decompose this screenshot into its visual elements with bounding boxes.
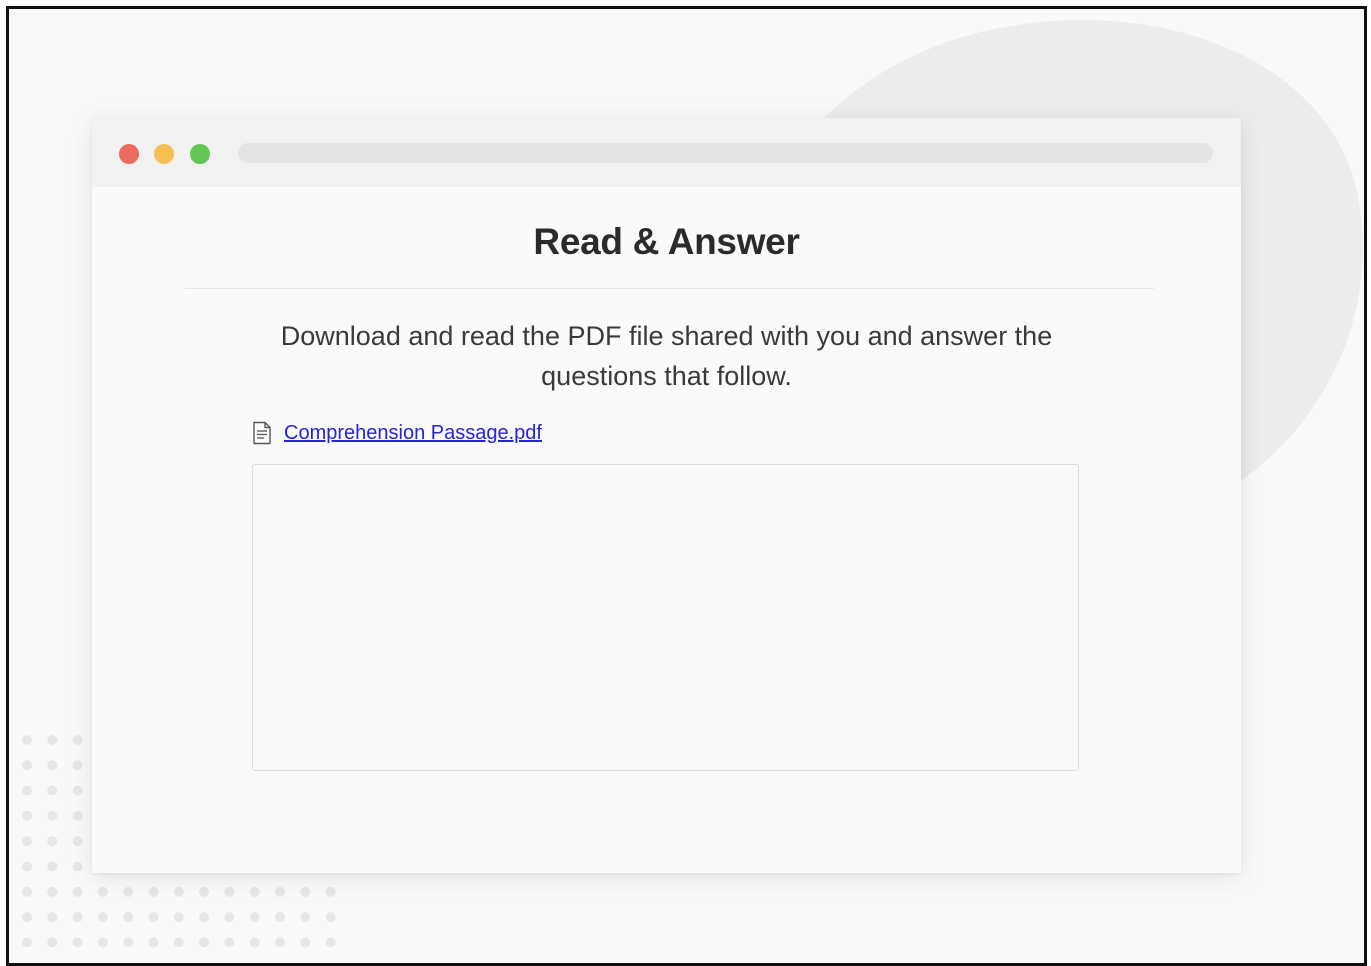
decor-dot <box>22 810 32 821</box>
decor-dot <box>199 937 210 948</box>
decor-dot <box>72 861 83 872</box>
decor-dot <box>300 937 311 948</box>
decor-dot <box>97 937 108 948</box>
pdf-download-link[interactable]: Comprehension Passage.pdf <box>284 422 542 445</box>
decor-dot <box>72 912 83 923</box>
decor-dot <box>22 937 32 948</box>
decor-dot <box>72 735 83 745</box>
decor-dot <box>199 912 210 923</box>
decor-dot <box>72 785 83 796</box>
window-titlebar <box>92 118 1241 187</box>
decor-dot <box>22 886 32 897</box>
decor-dot <box>199 886 210 897</box>
decor-dot <box>148 886 159 897</box>
decor-dot <box>123 886 134 897</box>
decor-dot <box>47 861 58 872</box>
decor-dot <box>300 886 311 897</box>
decor-dot <box>224 937 235 948</box>
decor-dot <box>97 912 108 923</box>
decor-dot <box>173 937 184 948</box>
decor-dot <box>22 861 32 872</box>
attachment-row: Comprehension Passage.pdf <box>252 420 542 446</box>
decor-dot <box>148 912 159 923</box>
answer-textarea[interactable] <box>252 464 1079 771</box>
page-title: Read & Answer <box>533 221 800 262</box>
decor-dot <box>325 912 336 923</box>
screenshot-frame: Read & Answer Download and read the PDF … <box>6 6 1367 966</box>
address-bar[interactable] <box>238 143 1213 163</box>
decor-dot <box>47 785 58 796</box>
decor-dot <box>275 886 285 897</box>
decor-dot <box>47 886 58 897</box>
decor-dot <box>22 912 32 923</box>
decor-dot <box>249 937 260 948</box>
close-window-button[interactable] <box>119 144 139 164</box>
decor-dot <box>173 886 184 897</box>
minimize-window-button[interactable] <box>154 144 174 164</box>
decor-dot <box>72 937 83 948</box>
decor-dot <box>72 810 83 821</box>
document-icon <box>253 421 271 445</box>
decor-dot <box>123 937 134 948</box>
decor-dot <box>249 912 260 923</box>
decor-dot <box>97 886 108 897</box>
browser-window: Read & Answer Download and read the PDF … <box>92 118 1241 873</box>
decor-dot <box>275 937 285 948</box>
decor-dot <box>47 735 58 745</box>
decor-dot <box>22 760 32 771</box>
decor-dot <box>173 912 184 923</box>
decor-dot <box>224 886 235 897</box>
decor-dot <box>47 912 58 923</box>
decor-dot <box>72 760 83 771</box>
decor-dot <box>275 912 285 923</box>
decor-dot <box>300 912 311 923</box>
instructions-text: Download and read the PDF file shared wi… <box>280 321 1053 391</box>
decor-dot <box>148 937 159 948</box>
decor-dot <box>47 760 58 771</box>
decor-dot <box>224 912 235 923</box>
decor-dot <box>47 810 58 821</box>
decor-dot <box>72 886 83 897</box>
decor-dot <box>22 785 32 796</box>
maximize-window-button[interactable] <box>190 144 210 164</box>
decor-dot <box>47 937 58 948</box>
decor-dot <box>22 836 32 847</box>
decor-dot <box>47 836 58 847</box>
decor-dot <box>123 912 134 923</box>
decor-dot <box>249 886 260 897</box>
decor-dot <box>325 886 336 897</box>
decor-dot <box>22 735 32 745</box>
title-divider <box>185 288 1154 289</box>
decor-dot <box>72 836 83 847</box>
decor-dot <box>325 937 336 948</box>
